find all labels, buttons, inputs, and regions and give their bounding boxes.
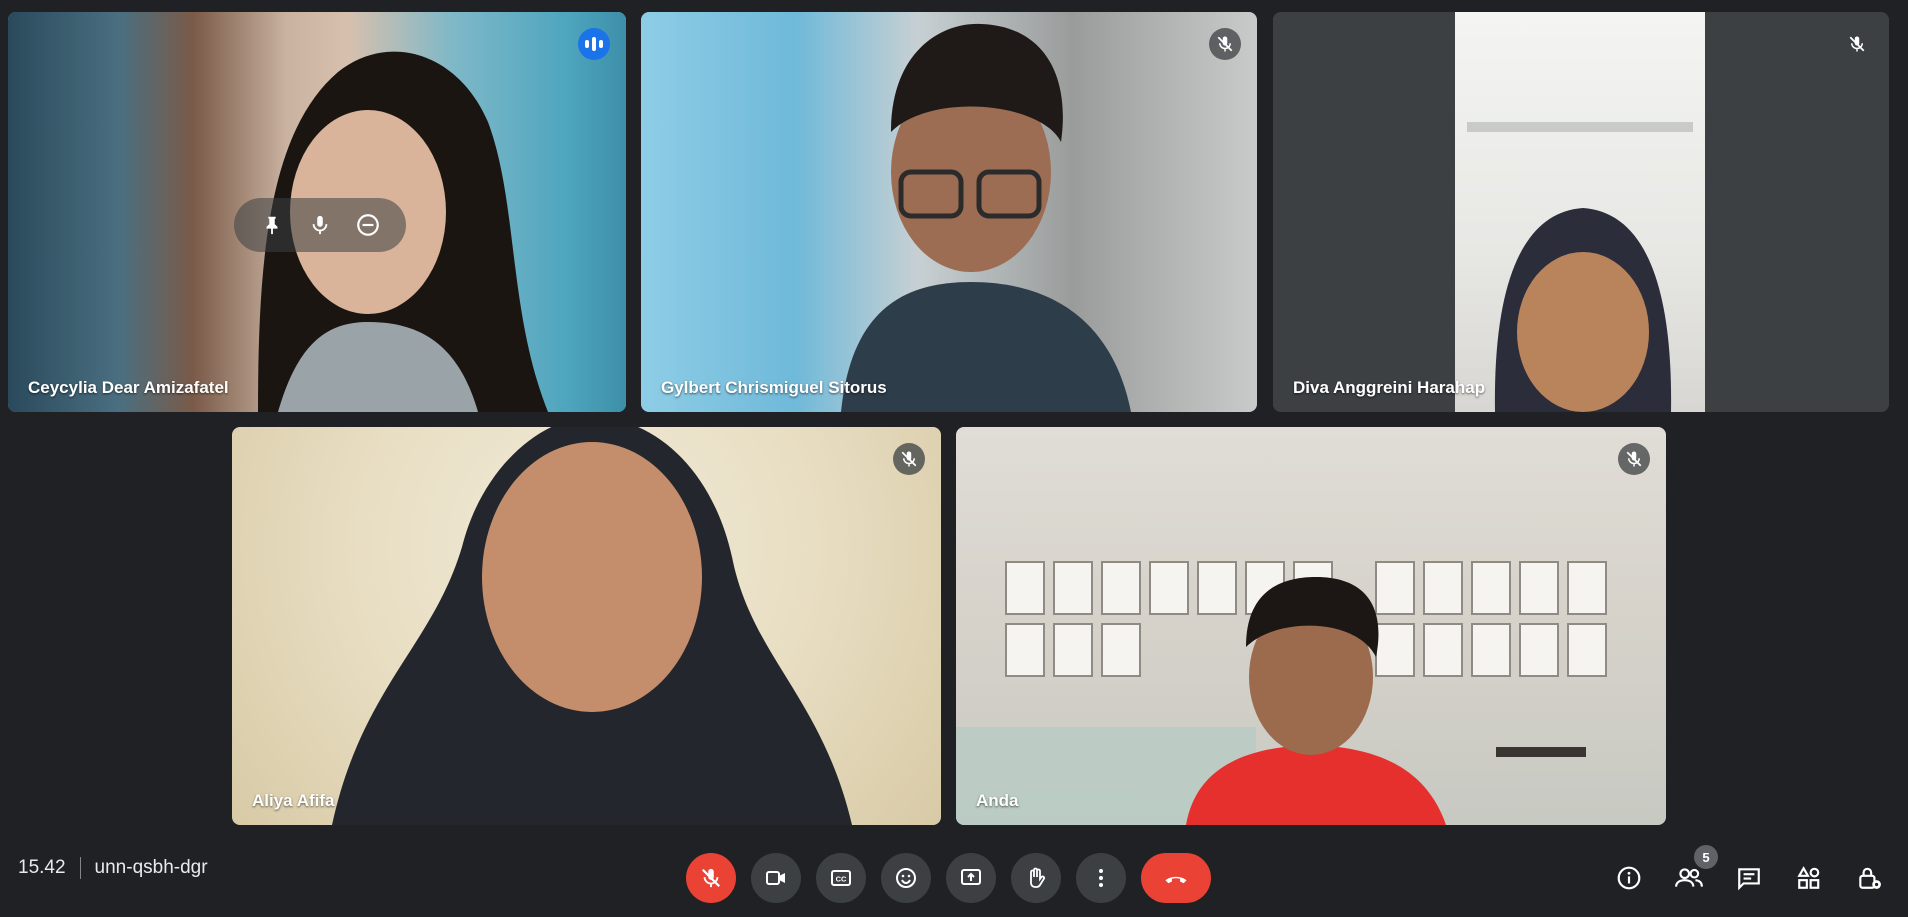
remove-from-call-icon[interactable] (349, 206, 387, 244)
captions-icon: CC (831, 870, 851, 886)
mic-off-icon (1209, 28, 1241, 60)
cafe-background (956, 561, 1607, 825)
emoji-icon (896, 868, 916, 888)
mute-participant-mic-icon[interactable] (301, 206, 339, 244)
participant-tile-5[interactable]: Anda (956, 427, 1666, 825)
meeting-code[interactable]: unn-qsbh-dgr (95, 857, 208, 879)
people-icon (1675, 868, 1703, 887)
more-options-icon (1099, 869, 1103, 887)
chat-button[interactable] (1724, 853, 1774, 903)
pin-icon[interactable] (253, 206, 291, 244)
present-screen-icon (961, 869, 981, 885)
person-silhouette-4 (332, 427, 852, 825)
participant-tile-4[interactable]: Aliya Afifa (232, 427, 941, 825)
participant-name: Aliya Afifa (252, 791, 335, 810)
person-silhouette-2 (841, 23, 1131, 412)
participant-video-4 (232, 427, 941, 825)
present-screen-button[interactable] (946, 853, 996, 903)
camera-toggle-button[interactable] (751, 853, 801, 903)
meeting-details: 15.42 unn-qsbh-dgr (18, 857, 208, 879)
call-controls: CC (686, 853, 1211, 903)
microphone-toggle-button[interactable] (686, 853, 736, 903)
participant-video-5 (956, 427, 1666, 825)
participant-tile-2[interactable]: Gylbert Chrismiguel Sitorus (641, 12, 1257, 412)
divider (79, 857, 81, 879)
svg-text:CC: CC (836, 875, 847, 884)
people-button[interactable]: 5 (1664, 845, 1718, 903)
person-silhouette-3 (1467, 122, 1693, 412)
participant-name: Anda (976, 791, 1019, 810)
host-controls-button[interactable] (1844, 853, 1894, 903)
participant-name: Gylbert Chrismiguel Sitorus (661, 378, 887, 397)
leave-call-button[interactable] (1141, 853, 1211, 903)
captions-button[interactable]: CC (816, 853, 866, 903)
call-control-bar: 15.42 unn-qsbh-dgr CC 5 (0, 833, 1908, 917)
meeting-time: 15.42 (18, 857, 66, 878)
speaking-indicator-icon (578, 28, 610, 60)
info-icon (1617, 866, 1641, 890)
mic-off-icon (893, 443, 925, 475)
participant-tile-3[interactable]: Diva Anggreini Harahap (1273, 12, 1889, 412)
tile-hover-controls (234, 198, 406, 252)
participant-name: Ceycylia Dear Amizafatel (28, 378, 229, 397)
meeting-details-button[interactable] (1604, 853, 1654, 903)
end-call-icon (1165, 876, 1187, 884)
raise-hand-button[interactable] (1011, 853, 1061, 903)
host-controls-icon (1859, 867, 1881, 889)
camera-icon (766, 871, 785, 885)
mic-off-icon (1841, 28, 1873, 60)
participant-name: Diva Anggreini Harahap (1293, 378, 1486, 397)
participant-video-3 (1273, 12, 1889, 412)
chat-icon (1738, 868, 1760, 891)
participant-tile-1[interactable]: Ceycylia Dear Amizafatel (8, 12, 626, 412)
activities-icon (1797, 866, 1820, 889)
activities-button[interactable] (1784, 853, 1834, 903)
more-options-button[interactable] (1076, 853, 1126, 903)
raise-hand-icon (1030, 867, 1046, 888)
mic-off-icon (701, 868, 721, 888)
side-panel-buttons: 5 (1594, 845, 1894, 903)
participant-video-2 (641, 12, 1257, 412)
mic-off-icon (1618, 443, 1650, 475)
participant-count-badge: 5 (1694, 845, 1718, 869)
reactions-button[interactable] (881, 853, 931, 903)
